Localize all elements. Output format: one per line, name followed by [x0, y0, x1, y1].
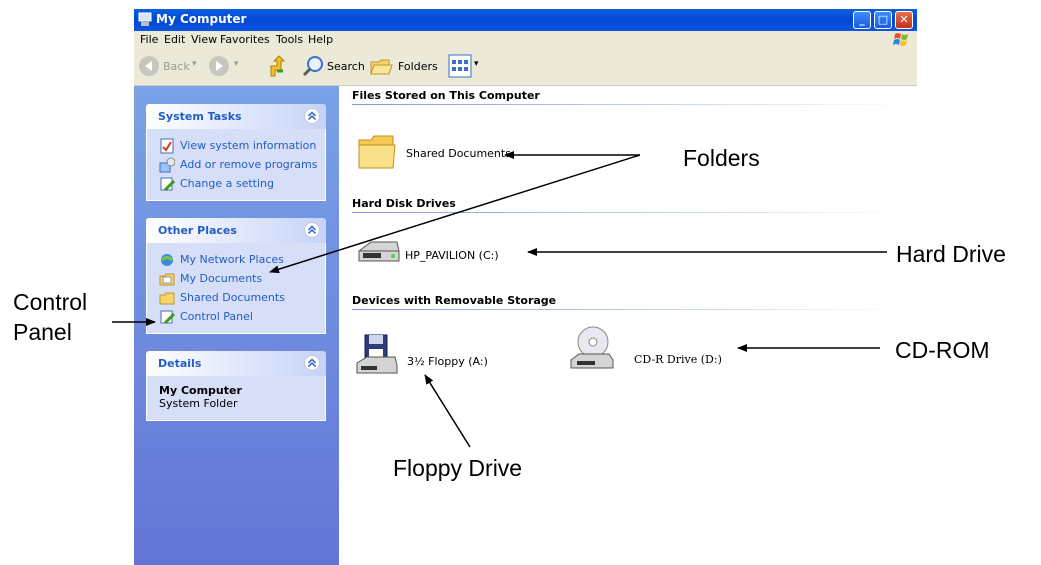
task-change-a-setting[interactable]: Change a setting: [147, 175, 325, 194]
views-button[interactable]: ▾: [448, 54, 488, 79]
hard-drive-icon: [358, 241, 400, 262]
other-places-title: Other Places: [158, 224, 237, 237]
other-places-body: My Network Places My Documents Shared Do…: [146, 243, 326, 334]
window-title: My Computer: [156, 12, 247, 26]
collapse-icon[interactable]: [304, 355, 320, 371]
details-title: Details: [158, 357, 202, 370]
details-type: System Folder: [159, 397, 238, 410]
place-my-documents[interactable]: My Documents: [147, 270, 325, 289]
my-computer-icon: [138, 12, 152, 26]
shared-documents-icon: [159, 292, 175, 305]
item-cd-r-drive-d[interactable]: CD-R Drive (D:): [569, 324, 759, 372]
maximize-button[interactable]: □: [874, 11, 892, 29]
toolbar: Back ▾ ▾ Search Folders ▾: [134, 49, 917, 86]
annotation-folders: Folders: [683, 145, 760, 171]
collapse-icon[interactable]: [304, 108, 320, 124]
group-divider: [352, 104, 907, 105]
search-button[interactable]: Search: [302, 55, 372, 79]
group-header-removable-storage: Devices with Removable Storage: [352, 294, 557, 307]
task-label: Change a setting: [180, 177, 274, 190]
system-tasks-title: System Tasks: [158, 110, 242, 123]
item-label: CD-R Drive (D:): [634, 353, 722, 366]
folder-icon: [358, 135, 396, 169]
place-label: My Network Places: [180, 253, 284, 266]
menu-file[interactable]: File: [140, 33, 158, 46]
item-floppy-a[interactable]: 3½ Floppy (A:): [355, 333, 525, 377]
place-control-panel[interactable]: Control Panel: [147, 308, 325, 327]
system-info-icon: [160, 138, 174, 154]
menu-view[interactable]: View: [191, 33, 217, 46]
folders-button[interactable]: Folders: [370, 55, 440, 79]
my-computer-window: My Computer _ □ ✕ File Edit View Favorit…: [134, 9, 917, 565]
annotation-hard-drive: Hard Drive: [896, 241, 1006, 267]
task-add-remove-programs[interactable]: Add or remove programs: [147, 156, 325, 175]
search-label: Search: [327, 60, 365, 73]
title-bar[interactable]: My Computer _ □ ✕: [134, 9, 917, 31]
menu-bar: File Edit View Favorites Tools Help: [134, 31, 917, 49]
system-tasks-body: View system information Add or remove pr…: [146, 129, 326, 201]
views-dropdown-icon[interactable]: ▾: [474, 59, 479, 69]
menu-help[interactable]: Help: [308, 33, 333, 46]
add-remove-programs-icon: [159, 157, 175, 173]
menu-edit[interactable]: Edit: [164, 33, 185, 46]
change-setting-icon: [160, 177, 175, 192]
control-panel-icon: [160, 310, 175, 325]
back-arrow-icon: [139, 56, 159, 76]
group-divider: [352, 309, 907, 310]
task-view-system-information[interactable]: View system information: [147, 137, 325, 156]
annotation-cd-rom: CD-ROM: [895, 337, 990, 363]
close-button[interactable]: ✕: [895, 11, 913, 29]
content-area: Files Stored on This Computer Shared Doc…: [339, 86, 917, 565]
back-dropdown-icon[interactable]: ▾: [192, 59, 197, 69]
details-header[interactable]: Details: [146, 351, 326, 376]
item-label: HP_PAVILION (C:): [405, 249, 499, 262]
up-folder-icon[interactable]: [267, 55, 289, 79]
folders-icon: [370, 59, 393, 75]
details-body: My Computer System Folder: [146, 376, 326, 421]
network-places-icon: [160, 254, 174, 266]
place-label: My Documents: [180, 272, 263, 285]
system-tasks-panel: System Tasks View system information Add: [146, 104, 326, 201]
place-my-network-places[interactable]: My Network Places: [147, 251, 325, 270]
search-icon: [302, 56, 323, 77]
details-name: My Computer: [159, 384, 242, 397]
floppy-drive-icon: [356, 334, 398, 374]
item-shared-documents[interactable]: Shared Documents: [357, 132, 517, 172]
folders-label: Folders: [398, 60, 438, 73]
group-header-files-stored: Files Stored on This Computer: [352, 89, 540, 102]
system-tasks-header[interactable]: System Tasks: [146, 104, 326, 129]
item-label: 3½ Floppy (A:): [407, 355, 488, 368]
back-button[interactable]: Back ▾: [138, 55, 198, 79]
group-header-hard-disk-drives: Hard Disk Drives: [352, 197, 456, 210]
place-label: Control Panel: [180, 310, 253, 323]
task-pane: System Tasks View system information Add: [134, 86, 339, 565]
windows-logo-icon: [893, 33, 908, 46]
details-panel: Details My Computer System Folder: [146, 351, 326, 421]
task-label: Add or remove programs: [180, 158, 318, 171]
views-icon: [448, 54, 472, 78]
item-hp-pavilion-c[interactable]: HP_PAVILION (C:): [357, 233, 527, 273]
place-shared-documents[interactable]: Shared Documents: [147, 289, 325, 308]
other-places-header[interactable]: Other Places: [146, 218, 326, 243]
group-divider: [352, 212, 907, 213]
collapse-icon[interactable]: [304, 222, 320, 238]
annotation-floppy-drive: Floppy Drive: [393, 455, 523, 481]
place-label: Shared Documents: [180, 291, 285, 304]
annotation-control-line2: Panel: [13, 319, 72, 345]
item-label: Shared Documents: [406, 147, 511, 160]
forward-arrow-icon: [209, 56, 229, 76]
annotation-control-line1: Control: [13, 289, 88, 315]
menu-favorites[interactable]: Favorites: [220, 33, 270, 46]
forward-button[interactable]: ▾: [208, 55, 248, 79]
minimize-button[interactable]: _: [853, 11, 871, 29]
my-documents-icon: [159, 273, 175, 286]
menu-tools[interactable]: Tools: [276, 33, 303, 46]
other-places-panel: Other Places My Network Places My Docume: [146, 218, 326, 334]
forward-dropdown-icon[interactable]: ▾: [234, 59, 239, 69]
cd-drive-icon: [570, 326, 614, 369]
task-label: View system information: [180, 139, 317, 152]
back-label: Back: [163, 60, 190, 73]
